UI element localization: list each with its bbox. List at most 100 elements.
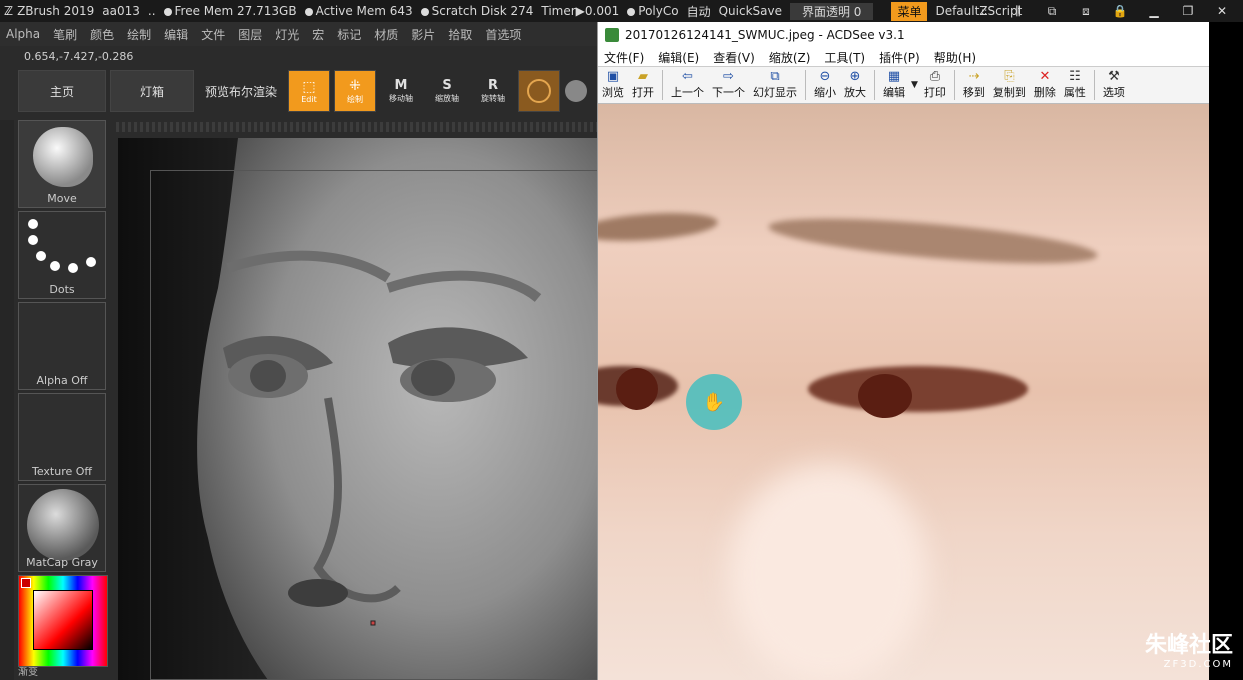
edit-button[interactable]: ⬚ Edit xyxy=(288,70,330,112)
left-eyebrow xyxy=(598,209,719,245)
menu-item[interactable]: 图层 xyxy=(232,26,269,43)
window-controls: ⫶⫶ ⫼ ⧉ ⧈ 🔒 ▁ ❐ ✕ xyxy=(971,0,1243,22)
left-tray[interactable] xyxy=(0,120,14,680)
tool-label: 删除 xyxy=(1033,86,1056,99)
menu-plugins[interactable]: 插件(P) xyxy=(879,49,920,66)
rotate-button[interactable]: R 旋转轴 xyxy=(472,70,514,112)
bpr-button[interactable]: 预览布尔渲染 xyxy=(198,70,284,112)
quicksave-button[interactable]: QuickSave xyxy=(719,4,782,18)
copy-to-button[interactable]: ⎘ 复制到 xyxy=(989,67,1030,103)
window-title: 20170126124141_SWMUC.jpeg - ACDSee v3.1 xyxy=(625,28,905,42)
brush-shelf: Move Dots Alpha Off Texture Off MatCap G… xyxy=(18,120,110,678)
toolbar-separator xyxy=(805,70,806,100)
menu-item[interactable]: 笔刷 xyxy=(47,26,84,43)
scale-button[interactable]: S 缩放轴 xyxy=(426,70,468,112)
edit-dropdown[interactable]: ▼ xyxy=(909,67,920,103)
material-button[interactable] xyxy=(518,70,560,112)
matcap-sphere-icon xyxy=(27,489,99,561)
reference-photo[interactable]: ✋ xyxy=(598,104,1210,680)
menu-item[interactable]: 宏 xyxy=(306,26,331,43)
slot-label: Texture Off xyxy=(31,465,92,478)
polycount: PolyCo xyxy=(627,4,679,18)
window-tile-icon[interactable]: ⧈ xyxy=(1073,4,1099,19)
scale-label: 缩放轴 xyxy=(435,94,459,103)
lock-icon[interactable]: 🔒 xyxy=(1107,4,1133,18)
transparency-slider[interactable]: 界面透明 0 xyxy=(789,2,874,20)
tool-label: 打开 xyxy=(632,86,654,99)
menu-item[interactable]: 绘制 xyxy=(121,26,158,43)
menu-file[interactable]: 文件(F) xyxy=(604,49,644,66)
close-icon[interactable]: ✕ xyxy=(1209,4,1235,18)
menu-item[interactable]: 文件 xyxy=(195,26,232,43)
minimize-icon[interactable]: ▁ xyxy=(1141,4,1167,18)
material-slot[interactable]: MatCap Gray xyxy=(18,484,106,572)
menu-item[interactable]: 标记 xyxy=(331,26,368,43)
tool-label: 浏览 xyxy=(602,86,624,99)
color-swatch[interactable] xyxy=(33,590,93,650)
delete-button[interactable]: ✕ 删除 xyxy=(1030,67,1060,103)
slot-label: Alpha Off xyxy=(36,374,88,387)
print-button[interactable]: ⎙ 打印 xyxy=(920,67,950,103)
menu-item[interactable]: 首选项 xyxy=(479,26,528,43)
tool-label: 打印 xyxy=(923,86,946,99)
status-dot-icon xyxy=(627,7,636,16)
zoom-out-button[interactable]: ⊖ 缩小 xyxy=(810,67,840,103)
move-to-button[interactable]: ⇢ 移到 xyxy=(959,67,989,103)
menu-item[interactable]: 影片 xyxy=(405,26,442,43)
rotate-icon: R xyxy=(487,78,498,93)
lightbox-button[interactable]: 灯箱 xyxy=(110,70,194,112)
tool-label: 下一个 xyxy=(712,86,745,99)
chevron-down-icon: ▼ xyxy=(911,80,918,90)
properties-button[interactable]: ☷ 属性 xyxy=(1060,67,1090,103)
scratch-disk: Scratch Disk 274 xyxy=(420,4,533,18)
menu-item[interactable]: 颜色 xyxy=(84,26,121,43)
brush-slot-move[interactable]: Move xyxy=(18,120,106,208)
tool-label: 幻灯显示 xyxy=(753,86,797,99)
texture-slot[interactable]: Texture Off xyxy=(18,393,106,481)
edit-button[interactable]: ▦ 编辑 xyxy=(879,67,909,103)
menu-edit[interactable]: 编辑(E) xyxy=(658,49,699,66)
prev-button[interactable]: ⇦ 上一个 xyxy=(667,67,708,103)
window-stack-icon[interactable]: ⧉ xyxy=(1039,4,1065,19)
tool-label: 选项 xyxy=(1102,86,1125,99)
color-picker[interactable] xyxy=(18,575,108,667)
menu-zoom[interactable]: 缩放(Z) xyxy=(769,49,811,66)
menu-item[interactable]: 拾取 xyxy=(442,26,479,43)
slideshow-button[interactable]: ⧉ 幻灯显示 xyxy=(749,67,801,103)
next-button[interactable]: ⇨ 下一个 xyxy=(708,67,749,103)
menu-tools[interactable]: 工具(T) xyxy=(824,49,865,66)
home-button[interactable]: 主页 xyxy=(18,70,106,112)
acdsee-window: 20170126124141_SWMUC.jpeg - ACDSee v3.1 … xyxy=(597,22,1210,680)
menu-item[interactable]: Alpha xyxy=(0,27,47,41)
layout-icon[interactable]: ⫶⫶ xyxy=(971,4,997,19)
zbrush-menu-bar: Alpha 笔刷 颜色 绘制 编辑 文件 图层 灯光 宏 标记 材质 影片 拾取… xyxy=(0,22,600,46)
open-button[interactable]: ▰ 打开 xyxy=(628,67,658,103)
zoom-in-button[interactable]: ⊕ 放大 xyxy=(840,67,870,103)
menu-item[interactable]: 编辑 xyxy=(158,26,195,43)
restore-icon[interactable]: ❐ xyxy=(1175,4,1201,18)
options-button[interactable]: ⚒ 选项 xyxy=(1099,67,1129,103)
menu-item[interactable]: 材质 xyxy=(368,26,405,43)
move-button[interactable]: M 移动轴 xyxy=(380,70,422,112)
alpha-slot[interactable]: Alpha Off xyxy=(18,302,106,390)
scale-icon: S xyxy=(442,78,452,93)
layout-alt-icon[interactable]: ⫼ xyxy=(1005,4,1031,19)
slideshow-icon: ⧉ xyxy=(770,69,780,84)
dots-stroke-icon xyxy=(28,219,96,273)
stroke-slot-dots[interactable]: Dots xyxy=(18,211,106,299)
browse-button[interactable]: ▣ 浏览 xyxy=(598,67,628,103)
browse-icon: ▣ xyxy=(606,69,620,84)
sphere-toggle[interactable] xyxy=(564,70,588,112)
options-icon: ⚒ xyxy=(1108,69,1120,84)
menu-button[interactable]: 菜单 xyxy=(891,1,928,21)
prev-icon: ⇦ xyxy=(682,69,693,84)
watermark-text: 朱峰社区 xyxy=(1144,633,1233,658)
menu-view[interactable]: 查看(V) xyxy=(713,49,755,66)
menu-item[interactable]: 灯光 xyxy=(269,26,306,43)
color-indicator xyxy=(21,578,31,588)
draw-button[interactable]: ⁜ 绘制 xyxy=(334,70,376,112)
menu-help[interactable]: 帮助(H) xyxy=(934,49,976,66)
left-iris xyxy=(616,368,658,410)
tool-label: 放大 xyxy=(844,86,866,99)
active-mem: Active Mem 643 xyxy=(304,4,413,18)
